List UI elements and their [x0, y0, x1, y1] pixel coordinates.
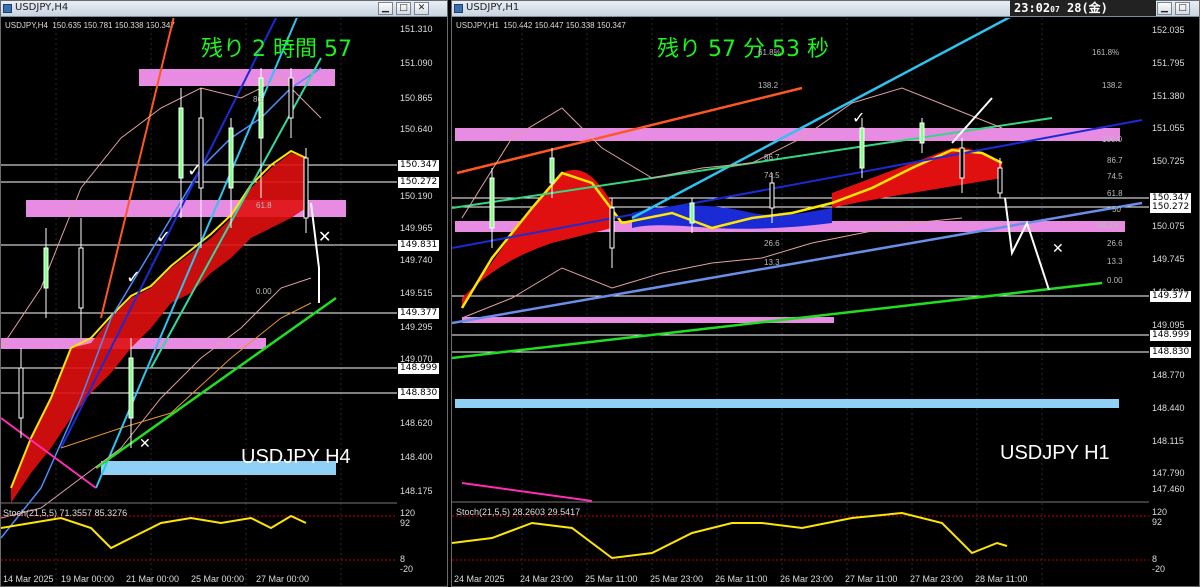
cloud-area-red [462, 169, 612, 308]
chart-window-icon [454, 4, 463, 13]
check-marker: ✓ [187, 160, 202, 181]
minimize-button[interactable]: ▁ [378, 2, 393, 15]
clock-date: 28(金) [1067, 1, 1108, 15]
countdown-timer: 残り 57 分 53 秒 [657, 37, 829, 62]
window-title: USDJPY,H4 [15, 2, 69, 13]
trendline-magenta [461, 482, 593, 502]
grid-lines [55, 18, 342, 586]
fib-label: 13.3 [764, 258, 780, 267]
price-label: 150.272 [398, 177, 440, 188]
check-marker: ✓ [156, 227, 171, 248]
price-label: 148.999 [398, 363, 440, 374]
fib-label: 13.3 [1107, 257, 1123, 266]
price-label: 149.377 [398, 308, 440, 319]
stoch-label: Stoch(21,5,5) 28.2603 29.5417 [456, 507, 581, 517]
fib-label: 0.00 [1107, 276, 1123, 285]
symbol-label: USDJPY H4 [241, 446, 351, 468]
fib-label: 50 [1112, 205, 1121, 214]
clock-time: 23:02 [1014, 1, 1051, 15]
price-plot-h4[interactable]: ✕ ✓ ✓ ✓ ✕ [1, 18, 397, 587]
cross-marker: ✕ [318, 227, 331, 246]
countdown-timer: 残り 2 時間 57 [201, 37, 352, 62]
symbol-label: USDJPY H1 [1000, 442, 1110, 464]
fib-label: 138.2 [758, 81, 779, 90]
support-zone [455, 399, 1119, 408]
chart-window-h4[interactable]: USDJPY,H4 ▁ □ ✕ USDJPY,H4 150.635 150.78… [0, 0, 448, 587]
cross-marker: ✕ [1052, 241, 1064, 257]
fib-label: 74.5 [1107, 172, 1123, 181]
fib-label: 61.8% [758, 48, 781, 57]
fib-label: 86.7 [764, 153, 780, 162]
price-label: 150.347 [398, 160, 440, 171]
stoch-main-line [452, 511, 1008, 560]
chart-window-icon [3, 4, 12, 13]
price-plot-h1[interactable]: ✕ ✓ [452, 18, 1149, 587]
fib-label: 86. [253, 95, 265, 104]
maximize-button[interactable]: □ [1175, 2, 1190, 15]
fib-label: 86.7 [1107, 156, 1123, 165]
time-axis[interactable]: 14 Mar 2025 19 Mar 00:00 21 Mar 00:00 25… [1, 573, 397, 586]
chart-window-h1[interactable]: USDJPY,H1 ▁ □ USDJPY,H1 150.442 150.447 … [451, 0, 1200, 587]
fib-label: 61.8 [256, 201, 272, 210]
price-label: 148.830 [1150, 347, 1192, 358]
fib-label: 61.8 [1107, 189, 1123, 198]
time-axis[interactable]: 24 Mar 2025 24 Mar 23:00 25 Mar 11:00 25… [452, 573, 1149, 586]
maximize-button[interactable]: □ [396, 2, 411, 15]
price-label: 149.377 [1150, 291, 1192, 302]
window-titlebar[interactable]: USDJPY,H4 ▁ □ ✕ [1, 1, 447, 17]
price-label: 149.831 [398, 240, 440, 251]
fib-label: 26.6 [764, 239, 780, 248]
minimize-button[interactable]: ▁ [1157, 2, 1172, 15]
fib-label: 100.0 [1102, 135, 1123, 144]
projection-line [310, 202, 320, 303]
fib-label: 138.2 [1102, 81, 1123, 90]
price-label: 148.830 [398, 388, 440, 399]
price-label: 148.999 [1150, 330, 1192, 341]
price-axis[interactable]: 151.310 151.090 150.865 150.640 150.190 … [397, 18, 447, 574]
cross-marker-low: ✕ [139, 436, 151, 452]
stoch-label: Stoch(21,5,5) 71.3557 85.3276 [3, 508, 128, 518]
clock-display: 23:0207 28(金) [1010, 0, 1156, 16]
fib-label: 74.5 [764, 171, 780, 180]
fib-label: 0.00 [256, 287, 272, 296]
fib-label: 38.2% [1097, 221, 1120, 230]
check-marker: ✓ [126, 267, 141, 288]
clock-seconds: 07 [1050, 5, 1060, 14]
fib-label: 161.8% [1092, 48, 1120, 57]
stoch-main-line [1, 514, 307, 550]
window-title: USDJPY,H1 [466, 2, 520, 13]
close-button[interactable]: ✕ [414, 2, 429, 15]
fib-label: 26.6 [1107, 239, 1123, 248]
price-label: 150.272 [1150, 202, 1192, 213]
check-marker: ✓ [852, 108, 865, 127]
